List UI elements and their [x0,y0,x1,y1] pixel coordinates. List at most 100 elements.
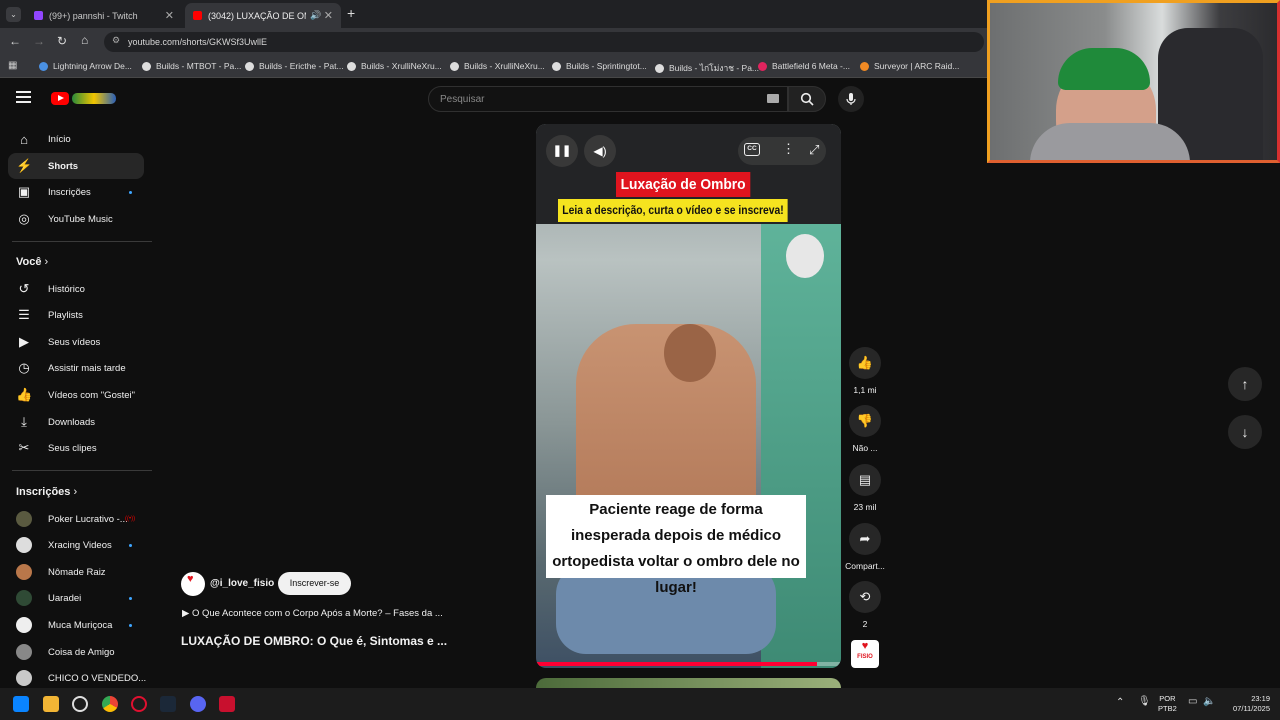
next-short-preview[interactable] [536,678,841,688]
speaker-icon[interactable]: 🔈 [1203,696,1215,707]
subscriptions-section-header[interactable]: Inscrições › [16,486,77,498]
you-section-header[interactable]: Você › [16,256,48,268]
youtube-logo[interactable] [51,92,69,105]
subscription-item[interactable]: Coisa de Amigo [8,639,144,665]
comments-action[interactable]: ▤ 23 mil [848,464,882,512]
sidebar-item-playlists[interactable]: ☰ Playlists [8,302,144,328]
back-icon[interactable]: ← [9,34,21,48]
bookmark-item[interactable]: Builds - Sprintingtot... [552,61,647,71]
search-icon [800,92,814,106]
language-indicator[interactable]: POR PTB2 [1158,694,1177,714]
close-tab-icon[interactable]: ✕ [165,9,174,22]
tab-youtube[interactable]: (3042) LUXAÇÃO DE OMBR 🔊 ✕ [185,3,341,28]
keyboard-icon[interactable] [767,94,779,103]
bookmark-item[interactable]: Builds - Ericthe - Pat... [245,61,344,71]
bookmark-item[interactable]: Builds - ไก่โม่งาช - Pa... [655,61,759,75]
pause-button[interactable]: ❚❚ [546,135,578,167]
close-tab-icon[interactable]: ✕ [324,9,333,22]
fullscreen-icon[interactable]: ⤢ [809,142,819,158]
forward-icon[interactable]: → [33,34,45,48]
avatar [16,590,32,606]
app-icon[interactable] [72,696,88,712]
subscription-item[interactable]: Uaradei [8,585,144,611]
bookmark-item[interactable]: Surveyor | ARC Raid... [860,61,959,71]
sidebar-item-historico[interactable]: ↺ Histórico [8,276,144,302]
sidebar-item-downloads[interactable]: ⤓ Downloads [8,409,144,435]
bookmark-item[interactable]: Battlefield 6 Meta -... [758,61,850,71]
network-icon[interactable]: ▭ [1188,696,1197,707]
dislike-action[interactable]: 👎 Não ... [848,405,882,453]
bookmark-item[interactable]: Builds - MTBOT - Pa... [142,61,241,71]
sidebar-item-inscricoes[interactable]: ▣ Inscrições [8,179,144,205]
previous-short-button[interactable]: ↑ [1228,367,1262,401]
chrome-icon[interactable] [102,696,118,712]
microphone-icon[interactable]: 🎙 [1138,696,1151,707]
tab-twitch[interactable]: (99+) pannshi - Twitch ✕ [26,3,182,28]
playlist-link[interactable]: ▶ O Que Acontece com o Corpo Após a Mort… [182,608,443,619]
video-progress-track[interactable] [536,662,841,666]
dislike-label: Não ... [852,443,878,453]
search-button[interactable] [788,86,826,112]
remix-button[interactable]: ⟲ [849,581,881,613]
more-options-icon[interactable]: ⋮ [782,141,795,157]
sound-channel-thumbnail[interactable]: ♥ FISIO [851,640,879,668]
sidebar-item-seus-videos[interactable]: ▶ Seus vídeos [8,329,144,355]
share-button[interactable]: ➦ [849,523,881,555]
next-short-button[interactable]: ↓ [1228,415,1262,449]
new-content-dot [129,624,132,627]
voice-search-button[interactable] [838,86,864,112]
short-title[interactable]: LUXAÇÃO DE OMBRO: O Que é, Sintomas e ..… [181,634,447,648]
sidebar-item-label: Seus vídeos [48,336,101,348]
heart-icon: ♥ [187,573,194,585]
bookmark-item[interactable]: Builds - XrulliNeXru... [347,61,442,71]
apps-grid-icon[interactable]: ▦ [8,60,17,71]
reload-icon[interactable]: ↻ [57,34,67,48]
comments-count: 23 mil [853,502,877,512]
new-tab-icon[interactable]: + [347,5,355,21]
file-explorer-icon[interactable] [43,696,59,712]
channel-avatar[interactable]: ♥ [181,572,205,596]
bookmark-item[interactable]: Builds - XrulliNeXru... [450,61,545,71]
subscription-item[interactable]: Muca Muriçoca [8,612,144,638]
windows-start-icon[interactable] [13,696,29,712]
sidebar-item-assistir-mais-tarde[interactable]: ◷ Assistir mais tarde [8,355,144,381]
like-action[interactable]: 👍 1,1 mi [848,347,882,395]
dislike-button[interactable]: 👎 [849,405,881,437]
subscribe-button[interactable]: Inscrever-se [278,572,351,595]
sidebar-item-inicio[interactable]: ⌂ Início [8,126,144,152]
discord-icon[interactable] [190,696,206,712]
subscription-item[interactable]: Xracing Videos [8,532,144,558]
captions-icon[interactable]: CC [744,143,760,156]
short-video-player[interactable]: ❚❚ ◀) CC ⋮ ⤢ Luxação de Ombro Leia a des… [536,124,841,668]
chevron-up-icon[interactable]: ⌃ [1116,697,1124,708]
subscription-item[interactable]: Poker Lucrativo -... [8,506,144,532]
tab-list-icon[interactable]: ⌄ [6,7,21,22]
steam-icon[interactable] [160,696,176,712]
sidebar-item-youtube-music[interactable]: ◎ YouTube Music [8,206,144,232]
sidebar-item-shorts[interactable]: ⚡ Shorts [8,153,144,179]
sidebar-item-videos-gostei[interactable]: 👍 Vídeos com "Gostei" [8,382,144,408]
share-action[interactable]: ➦ Compart... [843,523,887,571]
bookmark-item[interactable]: Lightning Arrow De... [39,61,132,71]
opera-icon[interactable] [131,696,147,712]
bookmark-icon [245,61,254,71]
youtube-favicon-icon [193,11,202,20]
doodle-logo[interactable] [72,93,116,104]
volume-button[interactable]: ◀) [584,135,616,167]
new-content-dot [129,597,132,600]
sidebar-item-seus-clipes[interactable]: ✂ Seus clipes [8,435,144,461]
remix-action[interactable]: ⟲ 2 [848,581,882,629]
site-info-icon[interactable]: ⚙ [112,35,120,46]
home-icon[interactable]: ⌂ [81,33,88,47]
search-input[interactable]: Pesquisar [428,86,788,112]
music-icon: ◎ [18,211,30,226]
clock[interactable]: 23:19 07/11/2025 [1222,694,1270,714]
menu-icon[interactable] [16,91,31,103]
subscription-item[interactable]: Nômade Raiz [8,559,144,585]
channel-handle[interactable]: @i_love_fisio [210,578,274,589]
comments-button[interactable]: ▤ [849,464,881,496]
url-field[interactable]: ⚙ youtube.com/shorts/GKWSf3UwllE [104,32,984,52]
like-button[interactable]: 👍 [849,347,881,379]
app-icon[interactable] [219,696,235,712]
microphone-icon [846,92,856,105]
